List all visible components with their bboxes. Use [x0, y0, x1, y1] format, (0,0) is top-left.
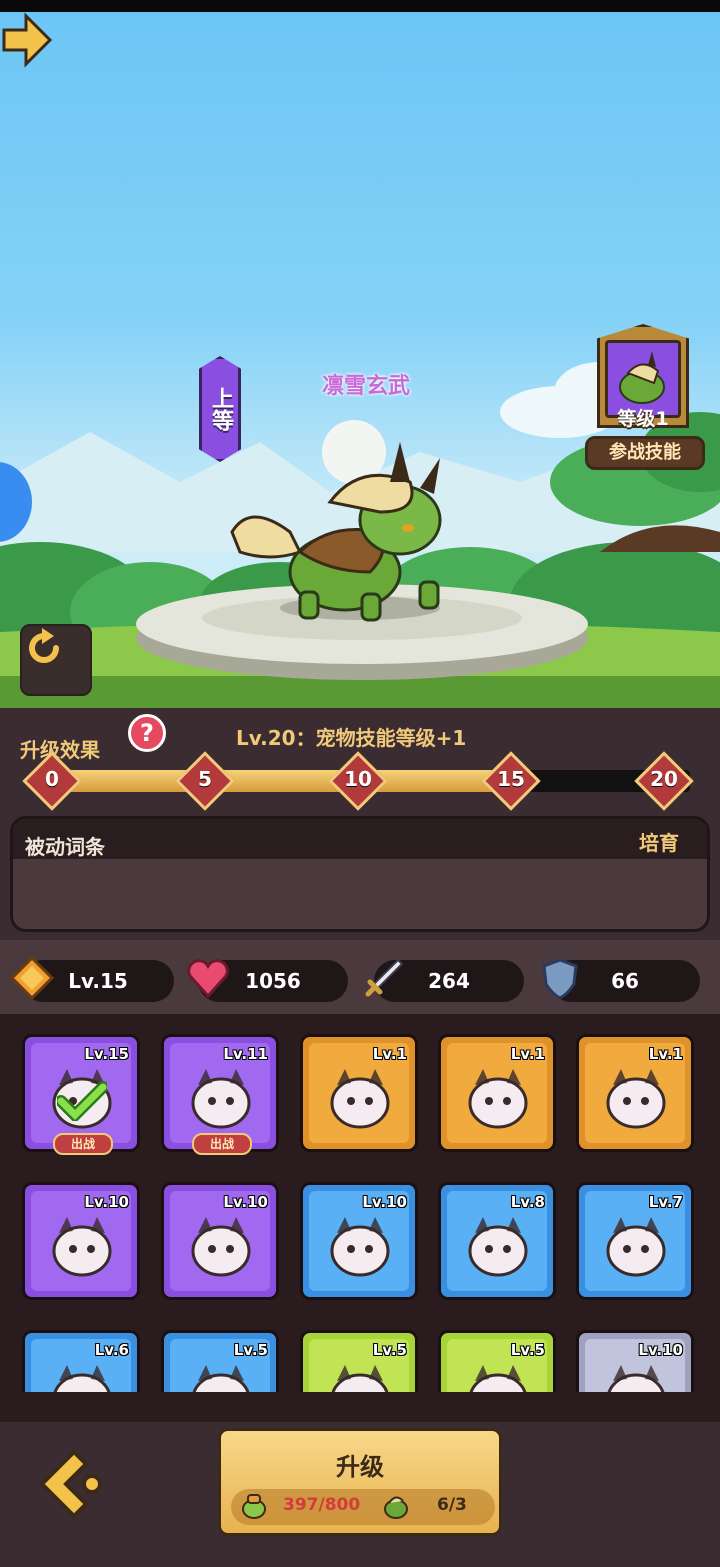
next-pet-arrow-icon[interactable]: [0, 12, 54, 68]
pet-level: Lv.15: [84, 1045, 129, 1063]
pet-portrait-icon: [191, 1217, 251, 1277]
passive-traits-label: 被动词条: [25, 835, 105, 859]
pet-level: Lv.10: [223, 1193, 268, 1211]
pet-card[interactable]: Lv.10: [300, 1182, 418, 1300]
pet-portrait-icon: [331, 1365, 389, 1392]
pet-card[interactable]: Lv.5: [438, 1330, 556, 1392]
pet-level: Lv.10: [84, 1193, 129, 1211]
pet-name: 凛雪玄武: [321, 374, 410, 399]
deployed-tag: 出战: [192, 1133, 252, 1155]
pet-portrait-icon: [330, 1069, 390, 1129]
rank-badge: 上等: [199, 356, 241, 462]
stats-row: Lv.15 1056 264 66: [0, 940, 720, 1014]
back-arrow-icon[interactable]: [30, 1444, 110, 1524]
milestone-label: 10: [344, 767, 372, 791]
refresh-button[interactable]: [20, 624, 92, 696]
passive-header: [13, 819, 707, 859]
milestone-label: 5: [198, 767, 212, 791]
pet-card[interactable]: Lv.1: [300, 1034, 418, 1152]
stat-attack-value: 264: [428, 969, 470, 993]
bottom-bar: 升级 397/800 6/3: [0, 1392, 720, 1567]
pet-card[interactable]: Lv.11 出战: [161, 1034, 279, 1155]
pet-portrait-icon: [607, 1365, 665, 1392]
battle-skill-button[interactable]: 参战技能: [585, 436, 705, 470]
upgrade-effect-text: Lv.20：宠物技能等级+1: [236, 726, 467, 750]
bottom-divider: [0, 1392, 720, 1422]
pet-level: Lv.1: [510, 1045, 545, 1063]
milestone-label: 15: [497, 767, 525, 791]
pet-level: Lv.8: [510, 1193, 545, 1211]
pet-level: Lv.11: [223, 1045, 268, 1063]
upgrade-cost: 397/800 6/3: [231, 1489, 495, 1525]
status-bar: [0, 0, 720, 12]
food-cost-value: 397/800: [283, 1495, 361, 1515]
battle-skill-card[interactable]: 等级1 参战技能: [585, 324, 705, 472]
pet-card[interactable]: Lv.10: [576, 1330, 694, 1392]
pet-portrait-icon: [192, 1365, 250, 1392]
pet-card[interactable]: Lv.6: [22, 1330, 140, 1392]
upgrade-panel: 升级效果 ? Lv.20：宠物技能等级+1 0 5 10 15 20 被动词条 …: [0, 708, 720, 940]
pet-collection-grid: Lv.15 出战 Lv.11 出战 Lv.1 Lv.1 Lv.1 Lv.10 Lv.10 Lv.1…: [0, 1014, 720, 1392]
stat-defense: 66: [542, 958, 700, 1002]
pet-portrait-icon: [53, 1365, 111, 1392]
help-icon[interactable]: ?: [128, 714, 166, 752]
pet-level: Lv.5: [372, 1341, 407, 1359]
pet-portrait-icon: [468, 1069, 528, 1129]
pet-card[interactable]: Lv.1: [576, 1034, 694, 1152]
pet-portrait-icon: [330, 1217, 390, 1277]
pet-level: Lv.10: [362, 1193, 407, 1211]
stat-defense-value: 66: [611, 969, 639, 993]
nurture-button[interactable]: 培育: [639, 827, 679, 856]
pet-portrait-icon: [469, 1365, 527, 1392]
pet-portrait-icon: [468, 1217, 528, 1277]
stat-hp-value: 1056: [245, 969, 301, 993]
check-icon: [57, 1081, 107, 1121]
milestone-label: 0: [45, 767, 59, 791]
pet-level: Lv.1: [648, 1045, 683, 1063]
pet-card[interactable]: Lv.5: [161, 1330, 279, 1392]
pet-portrait-icon: [606, 1217, 666, 1277]
skill-level: 等级1: [617, 408, 669, 430]
pet-portrait-icon: [52, 1217, 112, 1277]
deployed-tag: 出战: [53, 1133, 113, 1155]
pet-card[interactable]: Lv.15 出战: [22, 1034, 140, 1155]
upgrade-button[interactable]: 升级 397/800 6/3: [218, 1428, 502, 1536]
refresh-icon: [29, 628, 59, 663]
pet-cost-value: 6/3: [437, 1495, 467, 1515]
stat-hp: 1056: [187, 959, 348, 1002]
pet-card[interactable]: Lv.1: [438, 1034, 556, 1152]
stat-level: Lv.15: [10, 956, 174, 1002]
milestone-label: 20: [650, 767, 678, 791]
upgrade-progress-fill: [40, 770, 528, 792]
pet-card[interactable]: Lv.8: [438, 1182, 556, 1300]
upgrade-button-label: 升级: [336, 1453, 384, 1481]
stat-attack: 264: [365, 958, 524, 1002]
stat-level-value: Lv.15: [68, 969, 128, 993]
passive-traits-box: 被动词条 培育: [10, 816, 710, 932]
pet-card[interactable]: Lv.7: [576, 1182, 694, 1300]
pet-card[interactable]: Lv.10: [22, 1182, 140, 1300]
pet-level: Lv.5: [233, 1341, 268, 1359]
pet-level: Lv.10: [638, 1341, 683, 1359]
pet-level: Lv.5: [510, 1341, 545, 1359]
pet-portrait-icon: [191, 1069, 251, 1129]
pet-level: Lv.6: [94, 1341, 129, 1359]
pet-shard-icon: [384, 1496, 408, 1519]
pet-food-icon: [242, 1494, 266, 1519]
pet-card[interactable]: Lv.10: [161, 1182, 279, 1300]
pet-portrait-icon: [606, 1069, 666, 1129]
pet-level: Lv.7: [648, 1193, 683, 1211]
pet-level: Lv.1: [372, 1045, 407, 1063]
pet-card[interactable]: Lv.5: [300, 1330, 418, 1392]
pet-showcase-scene: 上等 凛雪玄武 等级1 参战技能: [0, 12, 720, 708]
